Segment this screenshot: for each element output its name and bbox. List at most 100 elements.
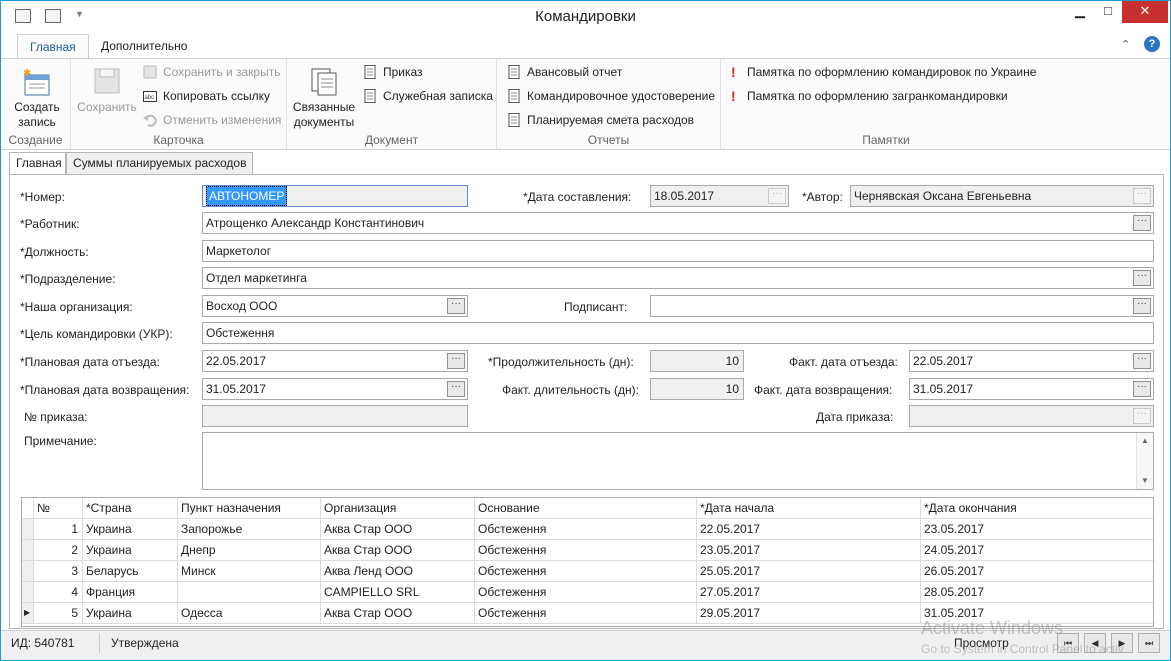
department-field[interactable]: Отдел маркетинга ···: [202, 267, 1154, 289]
cell-destination[interactable]: Запорожье: [178, 519, 321, 539]
planned-return-field[interactable]: 31.05.2017 ···: [202, 378, 468, 400]
cell-number[interactable]: 1: [34, 519, 83, 539]
cell-destination[interactable]: Днепр: [178, 540, 321, 560]
cell-destination[interactable]: Минск: [178, 561, 321, 581]
cell-organization[interactable]: Аква Стар ООО: [321, 603, 475, 623]
planned-departure-field[interactable]: 22.05.2017 ···: [202, 350, 468, 372]
fact-duration-field[interactable]: 10: [650, 378, 744, 400]
order-button[interactable]: Приказ: [363, 63, 423, 81]
employee-field[interactable]: Атрощенко Александр Константинович ···: [202, 212, 1154, 234]
col-organization[interactable]: Организация: [321, 498, 475, 518]
maximize-button[interactable]: □: [1094, 1, 1122, 23]
current-row-indicator-icon[interactable]: ▶: [22, 603, 34, 623]
cell-country[interactable]: Украина: [83, 603, 178, 623]
last-record-icon[interactable]: ⏭: [1138, 633, 1160, 653]
planned-departure-picker[interactable]: ···: [447, 353, 465, 369]
note-scrollbar[interactable]: ▲ ▼: [1136, 433, 1153, 489]
cell-country[interactable]: Украина: [83, 540, 178, 560]
cell-number[interactable]: 5: [34, 603, 83, 623]
cell-start-date[interactable]: 22.05.2017: [697, 519, 921, 539]
cell-organization[interactable]: Аква Стар ООО: [321, 540, 475, 560]
copy-link-button[interactable]: abc Копировать ссылку: [143, 87, 270, 105]
cell-end-date[interactable]: 28.05.2017: [921, 582, 1153, 602]
minimize-button[interactable]: ▁: [1066, 1, 1094, 23]
cell-basis[interactable]: Обстеження: [475, 561, 697, 581]
fact-return-picker[interactable]: ···: [1133, 381, 1151, 397]
order-date-picker[interactable]: ···: [1133, 408, 1151, 424]
cell-basis[interactable]: Обстеження: [475, 603, 697, 623]
cell-destination[interactable]: [178, 582, 321, 602]
cell-basis[interactable]: Обстеження: [475, 582, 697, 602]
cell-basis[interactable]: Обстеження: [475, 519, 697, 539]
order-number-field[interactable]: [202, 405, 468, 427]
organization-field[interactable]: Восход ООО ···: [202, 295, 468, 317]
memo-button[interactable]: Служебная записка: [363, 87, 493, 105]
employee-select-button[interactable]: ···: [1133, 215, 1151, 231]
fact-departure-picker[interactable]: ···: [1133, 353, 1151, 369]
save-close-button[interactable]: Сохранить и закрыть: [143, 63, 280, 81]
col-end-date[interactable]: *Дата окончания: [921, 498, 1153, 518]
tab-planned-expenses[interactable]: Суммы планируемых расходов: [66, 152, 254, 174]
planned-return-picker[interactable]: ···: [447, 381, 465, 397]
cell-basis[interactable]: Обстеження: [475, 540, 697, 560]
cell-number[interactable]: 3: [34, 561, 83, 581]
cell-organization[interactable]: Аква Ленд ООО: [321, 561, 475, 581]
author-field[interactable]: Чернявская Оксана Евгеньевна ···: [850, 185, 1154, 207]
note-field[interactable]: ▲ ▼: [202, 432, 1154, 490]
tab-main[interactable]: Главная: [9, 152, 66, 175]
cell-country[interactable]: Франция: [83, 582, 178, 602]
note-abroad-button[interactable]: ! Памятка по оформлению загранкомандировк…: [731, 87, 1008, 105]
scroll-down-icon[interactable]: ▼: [1137, 473, 1153, 489]
advance-report-button[interactable]: Авансовый отчет: [507, 63, 622, 81]
row-indicator[interactable]: [22, 561, 34, 581]
date-picker-button[interactable]: ···: [768, 188, 786, 204]
undo-changes-button[interactable]: Отменить изменения: [143, 111, 281, 129]
cell-start-date[interactable]: 25.05.2017: [697, 561, 921, 581]
author-select-button[interactable]: ···: [1133, 188, 1151, 204]
signer-field[interactable]: ···: [650, 295, 1154, 317]
signer-select-button[interactable]: ···: [1133, 298, 1151, 314]
cell-end-date[interactable]: 23.05.2017: [921, 519, 1153, 539]
row-indicator[interactable]: [22, 582, 34, 602]
travel-certificate-button[interactable]: Командировочное удостоверение: [507, 87, 715, 105]
col-destination[interactable]: Пункт назначения: [178, 498, 321, 518]
date-field[interactable]: 18.05.2017 ···: [650, 185, 789, 207]
table-row[interactable]: 3 Беларусь Минск Аква Ленд ООО Обстеження 25.…: [22, 561, 1153, 582]
ribbon-tab-extra[interactable]: Дополнительно: [89, 34, 199, 58]
department-select-button[interactable]: ···: [1133, 270, 1151, 286]
cell-country[interactable]: Украина: [83, 519, 178, 539]
organization-select-button[interactable]: ···: [447, 298, 465, 314]
cell-start-date[interactable]: 23.05.2017: [697, 540, 921, 560]
position-field[interactable]: Маркетолог: [202, 240, 1154, 262]
close-button[interactable]: ✕: [1122, 1, 1168, 23]
row-indicator[interactable]: [22, 540, 34, 560]
col-number[interactable]: №: [34, 498, 83, 518]
order-date-field[interactable]: ···: [909, 405, 1154, 427]
table-row[interactable]: 1 Украина Запорожье Аква Стар ООО Обстеження…: [22, 519, 1153, 540]
cell-start-date[interactable]: 27.05.2017: [697, 582, 921, 602]
purpose-field[interactable]: Обстеження: [202, 322, 1154, 344]
row-indicator[interactable]: [22, 519, 34, 539]
cell-number[interactable]: 2: [34, 540, 83, 560]
scroll-up-icon[interactable]: ▲: [1137, 433, 1153, 449]
col-country[interactable]: *Страна: [83, 498, 178, 518]
fact-return-field[interactable]: 31.05.2017 ···: [909, 378, 1154, 400]
create-record-button[interactable]: ✱ Создать запись: [11, 67, 63, 130]
ribbon-tab-main[interactable]: Главная: [17, 34, 89, 58]
col-start-date[interactable]: *Дата начала: [697, 498, 921, 518]
collapse-ribbon-icon[interactable]: ⌃: [1121, 38, 1130, 51]
number-field[interactable]: АВТОНОМЕР: [202, 185, 468, 207]
table-row[interactable]: 2 Украина Днепр Аква Стар ООО Обстеження 23.0…: [22, 540, 1153, 561]
fact-departure-field[interactable]: 22.05.2017 ···: [909, 350, 1154, 372]
save-button[interactable]: Сохранить: [75, 67, 139, 115]
cell-end-date[interactable]: 24.05.2017: [921, 540, 1153, 560]
linked-documents-button[interactable]: Связанные документы: [291, 67, 357, 130]
cell-country[interactable]: Беларусь: [83, 561, 178, 581]
cell-organization[interactable]: Аква Стар ООО: [321, 519, 475, 539]
col-basis[interactable]: Основание: [475, 498, 697, 518]
cell-number[interactable]: 4: [34, 582, 83, 602]
cell-organization[interactable]: CAMPIELLO SRL: [321, 582, 475, 602]
table-row[interactable]: 4 Франция CAMPIELLO SRL Обстеження 27.05.201…: [22, 582, 1153, 603]
planned-estimate-button[interactable]: Планируемая смета расходов: [507, 111, 694, 129]
cell-end-date[interactable]: 26.05.2017: [921, 561, 1153, 581]
